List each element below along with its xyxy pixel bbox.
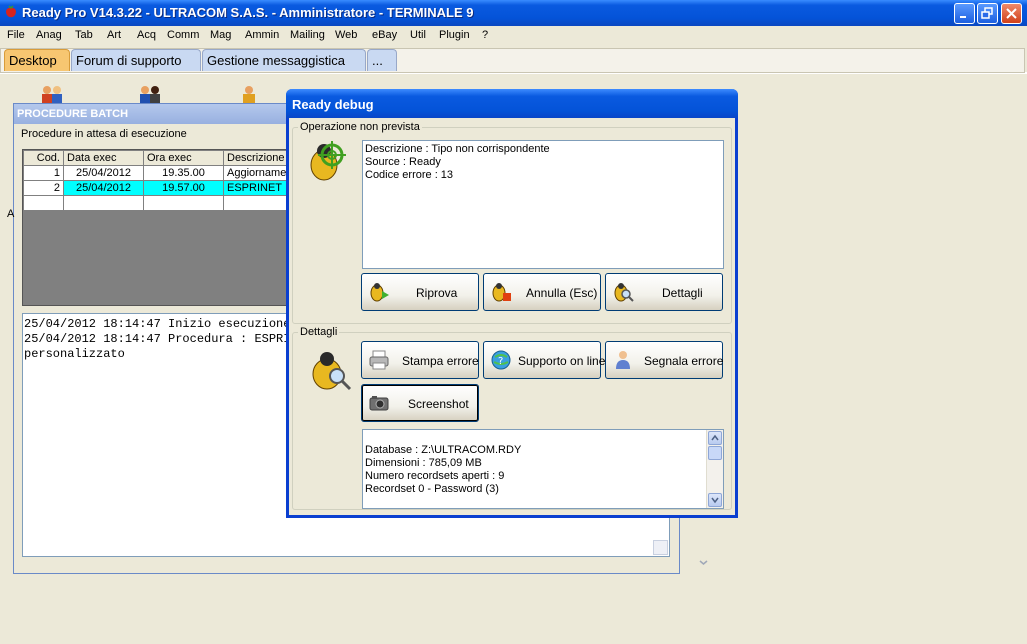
restore-icon xyxy=(981,7,993,19)
riprova-button[interactable]: Riprova xyxy=(361,273,479,311)
details-scrollbar[interactable] xyxy=(706,430,723,508)
help-globe-icon: ? xyxy=(491,350,511,370)
debug-title: Ready debug xyxy=(292,97,374,112)
strawberry-icon xyxy=(6,5,16,18)
menu-ammin[interactable]: Ammin xyxy=(245,29,279,41)
close-button[interactable] xyxy=(1001,3,1022,24)
table-row-selected[interactable]: 2 25/04/2012 19.57.00 ESPRINET xyxy=(23,180,301,196)
menu-mag[interactable]: Mag xyxy=(210,29,231,41)
error-line: Descrizione : Tipo non corrispondente xyxy=(365,143,550,155)
tab-more[interactable]: ... xyxy=(367,49,397,71)
dettagli-label: Dettagli xyxy=(662,286,703,300)
menu-plugin[interactable]: Plugin xyxy=(439,29,470,41)
bug-target-icon xyxy=(310,141,346,181)
screenshot-label: Screenshot xyxy=(408,397,469,411)
details-box[interactable]: Database : Z:\ULTRACOM.RDY Dimensioni : … xyxy=(362,429,724,509)
cell-data: 25/04/2012 xyxy=(63,180,144,196)
contacts-icon[interactable] xyxy=(136,84,164,104)
screenshot-button[interactable]: Screenshot xyxy=(361,384,479,422)
menu-acq[interactable]: Acq xyxy=(137,29,156,41)
cell-cod: 2 xyxy=(23,180,64,196)
menu-web[interactable]: Web xyxy=(335,29,357,41)
scroll-down-button[interactable] xyxy=(708,493,722,507)
menu-art[interactable]: Art xyxy=(107,29,121,41)
chevron-up-icon xyxy=(711,434,719,441)
cell-empty xyxy=(23,195,64,211)
app-titlebar[interactable]: Ready Pro V14.3.22 - ULTRACOM S.A.S. - A… xyxy=(0,0,1027,26)
menu-tab[interactable]: Tab xyxy=(75,29,93,41)
menu-ebay[interactable]: eBay xyxy=(372,29,397,41)
bug-retry-icon xyxy=(370,283,389,302)
minimize-icon xyxy=(960,16,966,18)
cell-cod: 1 xyxy=(23,165,64,181)
restore-button[interactable] xyxy=(977,3,998,24)
menu-anag[interactable]: Anag xyxy=(36,29,62,41)
bug-cancel-icon xyxy=(492,283,511,302)
menu-comm[interactable]: Comm xyxy=(167,29,199,41)
error-line: Source : Ready xyxy=(365,156,441,168)
annulla-button[interactable]: Annulla (Esc) xyxy=(483,273,601,311)
debug-titlebar[interactable]: Ready debug xyxy=(286,89,738,118)
menu-help[interactable]: ? xyxy=(482,29,488,41)
person-icon xyxy=(616,351,630,369)
tab-strip: Desktop Forum di supporto Gestione messa… xyxy=(0,46,1027,74)
cell-empty xyxy=(143,195,224,211)
batch-table: Cod. Data exec Ora exec Descrizione p 1 … xyxy=(23,150,301,211)
tab-desktop[interactable]: Desktop xyxy=(4,49,70,71)
cell-ora: 19.57.00 xyxy=(143,180,224,196)
printer-icon xyxy=(369,350,389,370)
table-row[interactable]: 1 25/04/2012 19.35.00 Aggiornamen xyxy=(23,165,301,181)
minimize-button[interactable] xyxy=(954,3,975,24)
menu-util[interactable]: Util xyxy=(410,29,426,41)
svg-text:?: ? xyxy=(498,356,503,367)
tab-messaggistica[interactable]: Gestione messaggistica xyxy=(202,49,366,71)
annulla-label: Annulla (Esc) xyxy=(526,286,598,300)
cell-ora: 19.35.00 xyxy=(143,165,224,181)
scroll-thumb[interactable] xyxy=(708,446,722,460)
supporto-online-button[interactable]: ? Supporto on line xyxy=(483,341,605,379)
dettagli-button[interactable]: Dettagli xyxy=(605,273,723,311)
bug-inspect-icon xyxy=(312,352,352,391)
stampa-errore-button[interactable]: Stampa errore xyxy=(361,341,479,379)
stampa-errore-label: Stampa errore xyxy=(402,354,479,368)
riprova-label: Riprova xyxy=(416,286,458,300)
supporto-online-label: Supporto on line xyxy=(518,354,606,368)
ready-debug-dialog: Ready debug Operazione non prevista Desc… xyxy=(286,89,738,518)
error-description-box[interactable]: Descrizione : Tipo non corrispondente So… xyxy=(362,140,724,269)
desktop-label-fragment: A xyxy=(7,208,15,220)
details-line: Database : Z:\ULTRACOM.RDY xyxy=(365,444,522,456)
table-header-row: Cod. Data exec Ora exec Descrizione p xyxy=(23,150,301,166)
scroll-up-button[interactable] xyxy=(708,431,722,445)
menu-file[interactable]: File xyxy=(7,29,25,41)
bug-magnifier-icon xyxy=(614,283,634,302)
chevron-down-icon xyxy=(711,497,719,504)
batch-title: PROCEDURE BATCH xyxy=(17,108,129,120)
details-line: Numero recordsets aperti : 9 xyxy=(365,470,505,482)
log-scroll-down-button[interactable] xyxy=(653,540,708,565)
details-line: Recordset 0 - Password (3) xyxy=(365,483,499,495)
group-operazione-label: Operazione non prevista xyxy=(300,121,420,133)
tab-forum[interactable]: Forum di supporto xyxy=(71,49,201,71)
segnala-errore-label: Segnala errore xyxy=(644,354,724,368)
users-icon[interactable] xyxy=(38,84,66,104)
chevron-down-icon xyxy=(699,560,708,565)
agents-icon[interactable] xyxy=(235,84,263,104)
group-dettagli-label: Dettagli xyxy=(300,326,338,338)
table-row-empty[interactable] xyxy=(23,195,301,211)
cell-data: 25/04/2012 xyxy=(63,165,144,181)
col-data-exec[interactable]: Data exec xyxy=(63,150,144,166)
close-icon xyxy=(1006,8,1017,19)
error-line: Codice errore : 13 xyxy=(365,169,454,181)
menu-bar: File Anag Tab Art Acq Comm Mag Ammin Mai… xyxy=(0,26,1027,46)
app-title: Ready Pro V14.3.22 - ULTRACOM S.A.S. - A… xyxy=(22,5,474,20)
camera-icon xyxy=(369,396,389,411)
col-cod[interactable]: Cod. xyxy=(23,150,64,166)
col-ora-exec[interactable]: Ora exec xyxy=(143,150,224,166)
details-line: Dimensioni : 785,09 MB xyxy=(365,457,482,469)
cell-empty xyxy=(63,195,144,211)
segnala-errore-button[interactable]: Segnala errore xyxy=(605,341,723,379)
menu-mailing[interactable]: Mailing xyxy=(290,29,325,41)
batch-subtitle: Procedure in attesa di esecuzione xyxy=(21,128,187,140)
